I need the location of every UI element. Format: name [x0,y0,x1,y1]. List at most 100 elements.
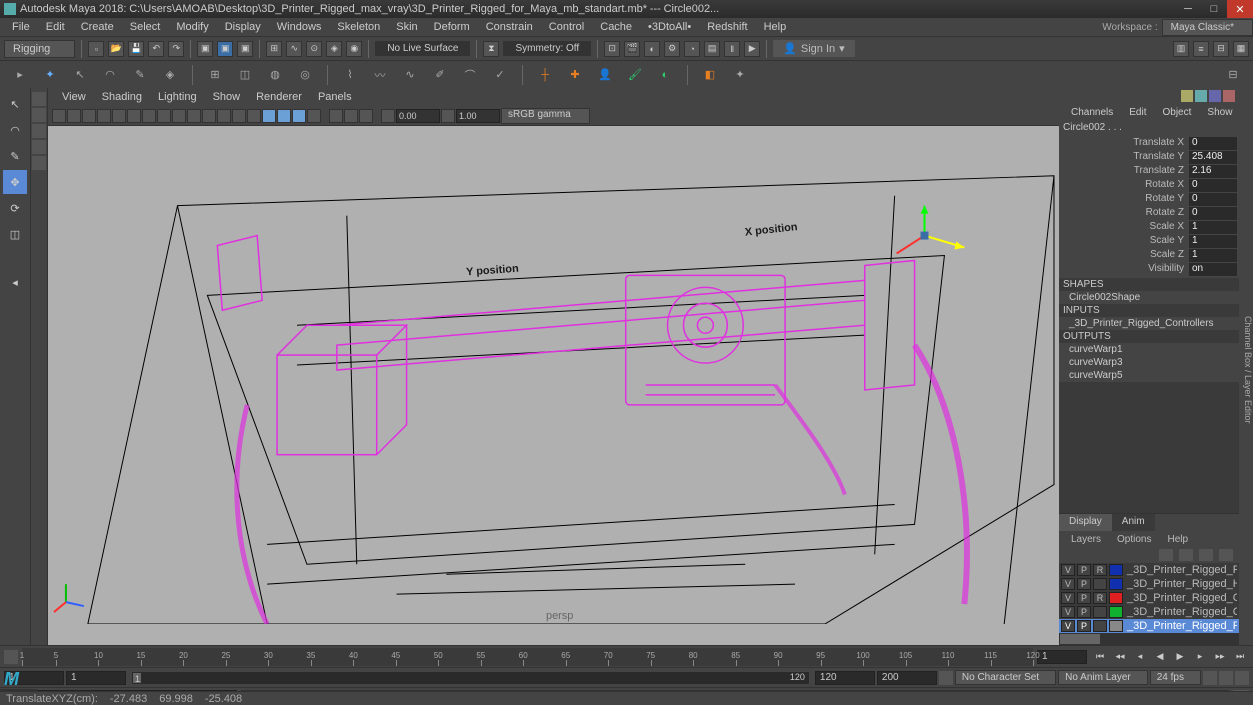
single-pane-layout-icon[interactable] [32,92,46,106]
vp-menu-shading[interactable]: Shading [94,89,150,105]
play-forward-icon[interactable]: ▶ [1171,649,1189,665]
vp-exposure-icon[interactable] [381,109,395,123]
snap-curve-icon[interactable]: ∿ [286,41,302,57]
vp-gamma-icon[interactable] [441,109,455,123]
cb-menu-channels[interactable]: Channels [1063,105,1121,120]
scale-tool[interactable]: ◫ [3,222,27,246]
select-by-object-icon[interactable]: ▣ [217,41,233,57]
snap-live-icon[interactable]: ◉ [346,41,362,57]
snap-grid-icon[interactable]: ⊞ [266,41,282,57]
vp-gate-mask-icon[interactable] [187,109,201,123]
step-forward-key-icon[interactable]: ▸▸ [1211,649,1229,665]
move-tool[interactable]: ✥ [3,170,27,194]
open-scene-icon[interactable]: 📂 [108,41,124,57]
poly-cube-icon[interactable]: ◫ [233,63,257,87]
selected-object-name[interactable]: Circle002 . . . [1059,120,1239,135]
time-slider[interactable]: 1510152025303540455055606570758085909510… [0,645,1253,667]
vp-isolate-icon[interactable] [329,109,343,123]
vp-bookmark-icon[interactable] [82,109,96,123]
select-by-component-icon[interactable]: ▣ [237,41,253,57]
set-key-icon[interactable] [1219,671,1233,685]
move-layer-down-icon[interactable] [1179,549,1193,561]
render-sequence-icon[interactable]: ▶ [744,41,760,57]
menu-display[interactable]: Display [217,19,269,35]
viewport-3d[interactable]: Y position X position persp [48,126,1059,645]
vp-resolution-gate-icon[interactable] [172,109,186,123]
vp-wireframe-icon[interactable] [247,109,261,123]
layer-menu-layers[interactable]: Layers [1063,532,1109,547]
vp-menu-view[interactable]: View [54,89,94,105]
attr-value[interactable]: 1 [1189,249,1237,262]
toggle-attribute-editor-icon[interactable]: ▦ [1233,41,1249,57]
render-frame-icon[interactable]: 🎬 [624,41,640,57]
layer-v-cell[interactable]: V [1061,564,1075,576]
layer-row[interactable]: VPR_3D_Printer_Rigged_Controllers [1059,591,1239,605]
persp-graph-layout-icon[interactable] [32,156,46,170]
layer-r-cell[interactable]: R [1093,564,1107,576]
anim-prefs-icon[interactable] [1235,671,1249,685]
layer-p-cell[interactable]: P [1077,606,1091,618]
vp-safe-action-icon[interactable] [217,109,231,123]
input-item[interactable]: _3D_Printer_Rigged_Controllers [1059,317,1239,330]
layer-row[interactable]: VP_3D_Printer_Rigged_Rigged_Bo [1059,619,1239,633]
current-frame-field[interactable] [1037,650,1087,664]
layer-r-cell[interactable] [1093,578,1107,590]
layer-color-swatch[interactable] [1109,606,1123,618]
layer-row[interactable]: VPR_3D_Printer_Rigged_Rigged [1059,563,1239,577]
go-to-start-icon[interactable]: ⏮ [1091,649,1109,665]
live-surface-display[interactable]: No Live Surface [375,41,470,56]
paint-select-tool[interactable]: ✎ [3,144,27,168]
vp-grease-pencil-icon[interactable] [127,109,141,123]
menu-skin[interactable]: Skin [388,19,425,35]
layer-p-cell[interactable]: P [1077,564,1091,576]
output-item[interactable]: curveWarp1 [1059,343,1239,356]
step-back-key-icon[interactable]: ◂◂ [1111,649,1129,665]
curve-bezier-icon[interactable]: ∿ [398,63,422,87]
curve-cv-icon[interactable]: 〰 [368,63,392,87]
menu-set-selector[interactable]: Rigging [4,40,75,58]
range-slider[interactable]: 1 120 [132,672,809,684]
cb-menu-object[interactable]: Object [1155,105,1200,120]
tab-anim[interactable]: Anim [1112,514,1155,531]
layer-color-swatch[interactable] [1109,578,1123,590]
shelf-options-icon[interactable]: ⊟ [1221,63,1245,87]
paint-weights-icon[interactable]: 🖌 [623,63,647,87]
render-view-icon[interactable]: ▤ [704,41,720,57]
layer-p-cell[interactable]: P [1077,578,1091,590]
menu-edit[interactable]: Edit [38,19,73,35]
layer-p-cell[interactable]: P [1077,592,1091,604]
skin-bind-icon[interactable]: 👤 [593,63,617,87]
menu-control[interactable]: Control [541,19,592,35]
vp-xray-joints-icon[interactable] [359,109,373,123]
layer-color-swatch[interactable] [1109,620,1123,632]
layer-v-cell[interactable]: V [1061,578,1075,590]
time-slider-track[interactable]: 1510152025303540455055606570758085909510… [22,648,1033,666]
two-pane-layout-icon[interactable] [32,124,46,138]
vp-shadows-icon[interactable] [307,109,321,123]
render-settings-icon[interactable]: ⚙ [664,41,680,57]
layer-r-cell[interactable]: R [1093,592,1107,604]
undo-icon[interactable]: ↶ [148,41,164,57]
attr-value[interactable]: 1 [1189,235,1237,248]
snap-together-icon[interactable]: ✦ [38,63,62,87]
snap-plane-icon[interactable]: ◈ [326,41,342,57]
vp-colorspace-selector[interactable]: sRGB gamma [501,108,590,124]
save-scene-icon[interactable]: 💾 [128,41,144,57]
layer-row[interactable]: VP_3D_Printer_Rigged_Helpers [1059,577,1239,591]
soft-select-icon[interactable]: ◈ [158,63,182,87]
cb-icon-3[interactable] [1209,90,1221,102]
menu-windows[interactable]: Windows [269,19,330,35]
menu-cache[interactable]: Cache [592,19,640,35]
four-pane-layout-icon[interactable] [32,108,46,122]
cb-menu-edit[interactable]: Edit [1121,105,1154,120]
menu-3dtoall[interactable]: •3DtoAll• [640,19,699,35]
vp-exposure-field[interactable] [396,109,440,123]
menu-skeleton[interactable]: Skeleton [329,19,388,35]
character-set-selector[interactable]: No Character Set [955,670,1056,685]
vp-film-gate-icon[interactable] [157,109,171,123]
menu-select[interactable]: Select [122,19,169,35]
vp-2d-pan-icon[interactable] [112,109,126,123]
menu-file[interactable]: File [4,19,38,35]
blend-shape-icon[interactable]: ◧ [698,63,722,87]
layer-p-cell[interactable]: P [1077,620,1091,632]
